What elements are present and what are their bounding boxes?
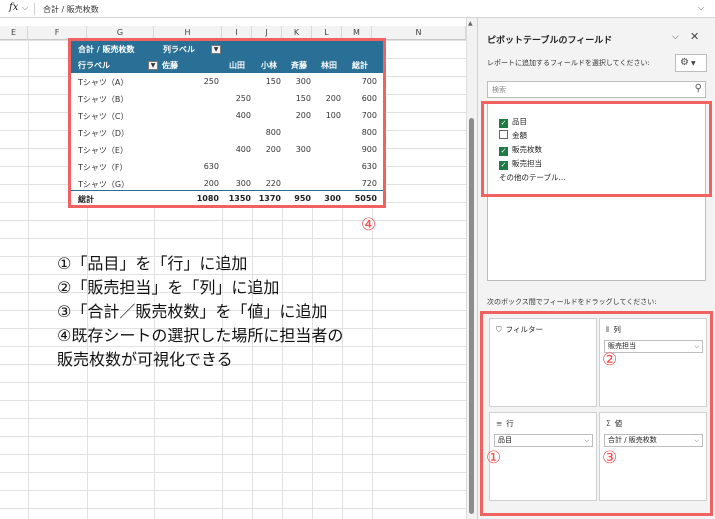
instruction-line: ③「合計／販売枚数」を「値」に追加 (57, 302, 328, 321)
table-cell: 800 (361, 128, 377, 137)
table-cell: 900 (361, 145, 377, 154)
vertical-scrollbar-thumb[interactable] (469, 118, 474, 514)
close-icon[interactable]: ✕ (690, 30, 699, 43)
pane-title: ピボットテーブルのフィールド (487, 36, 613, 46)
table-cell: 100 (325, 111, 341, 120)
column-header-e[interactable]: E (0, 26, 28, 40)
instruction-line: 販売枚数が可視化できる (57, 350, 233, 369)
scroll-up-arrow-icon[interactable]: ▲ (468, 20, 473, 27)
table-row[interactable]: Tシャツ（A） 250 150 300 700 (71, 73, 383, 90)
person-header: 林田 (321, 61, 337, 70)
excel-window: fx ⌵ 合計 / 販売枚数 ⌵ E F G H I J K L M N ▲ 合… (0, 0, 715, 519)
formula-separator (34, 3, 35, 15)
total-value: 5050 (354, 194, 377, 203)
table-cell: 630 (203, 162, 219, 171)
pivot-header: 合計 / 販売枚数 列ラベル ▼ 行ラベル ▼ 佐藤 山田 小林 斉藤 林田 総… (71, 41, 383, 73)
person-header: 斉藤 (291, 61, 307, 70)
annotation-mark-3: ③ (602, 448, 618, 468)
table-cell: 250 (203, 77, 219, 86)
pivot-row-label[interactable]: 行ラベル (78, 60, 110, 71)
table-cell: 300 (295, 77, 311, 86)
total-value: 300 (324, 194, 341, 203)
table-cell: 200 (325, 94, 341, 103)
total-value: 950 (294, 194, 311, 203)
table-cell: 400 (235, 111, 251, 120)
instruction-line: ②「販売担当」を「列」に追加 (57, 278, 280, 297)
field-list-highlight (481, 101, 712, 197)
row-label: Tシャツ（F） (78, 163, 128, 172)
chevron-down-icon: ▼ (690, 60, 696, 67)
expand-formula-bar-icon[interactable]: ⌵ (698, 3, 704, 13)
table-cell: 700 (361, 111, 377, 120)
annotation-mark-1: ① (486, 448, 502, 468)
table-row[interactable]: Tシャツ（E） 400 200 300 900 (71, 141, 383, 158)
instruction-line: ④既存シートの選択した場所に担当者の (57, 326, 344, 345)
field-search-input[interactable]: 検索 ⚲ (487, 81, 706, 98)
table-cell: 220 (265, 179, 281, 188)
table-cell: 150 (265, 77, 281, 86)
pivot-table[interactable]: 合計 / 販売枚数 列ラベル ▼ 行ラベル ▼ 佐藤 山田 小林 斉藤 林田 総… (68, 38, 386, 208)
spreadsheet-area[interactable]: E F G H I J K L M N ▲ 合計 / 販売枚数 列ラベル ▼ 行… (0, 18, 477, 519)
row-filter-dropdown-icon[interactable]: ▼ (148, 61, 158, 70)
chevron-down-icon[interactable]: ⌵ (22, 3, 28, 13)
person-header: 小林 (261, 61, 277, 70)
gear-icon: ⚙ (680, 57, 689, 68)
table-cell: 800 (265, 128, 281, 137)
formula-bar: fx ⌵ 合計 / 販売枚数 ⌵ (0, 0, 715, 18)
row-label: Tシャツ（C） (78, 112, 129, 121)
column-filter-dropdown-icon[interactable]: ▼ (211, 45, 221, 54)
tools-gear-button[interactable]: ⚙ ▼ (675, 54, 707, 72)
total-value: 1080 (196, 194, 219, 203)
search-placeholder: 検索 (492, 86, 506, 94)
row-label: Tシャツ（G） (78, 180, 130, 189)
table-row[interactable]: Tシャツ（D） 800 800 (71, 124, 383, 141)
table-cell: 250 (235, 94, 251, 103)
total-value: 1350 (228, 194, 251, 203)
search-icon[interactable]: ⚲ (695, 83, 702, 94)
table-cell: 150 (295, 94, 311, 103)
instruction-line: ①「品目」を「行」に追加 (57, 254, 248, 273)
table-cell: 200 (295, 111, 311, 120)
pivot-total-row[interactable]: 総計 1080 1350 1370 950 300 5050 (71, 190, 383, 205)
annotation-mark-4: ④ (361, 215, 377, 235)
table-row[interactable]: Tシャツ（F） 630 630 (71, 158, 383, 175)
pivot-column-label[interactable]: 列ラベル (163, 44, 195, 55)
areas-highlight (480, 311, 713, 516)
row-label: Tシャツ（A） (78, 78, 129, 87)
annotation-mark-2: ② (602, 350, 618, 370)
table-cell: 300 (295, 145, 311, 154)
column-header-n[interactable]: N (372, 26, 466, 40)
person-header: 山田 (229, 61, 245, 70)
table-row[interactable]: Tシャツ（C） 400 200 100 700 (71, 107, 383, 124)
table-cell: 200 (265, 145, 281, 154)
table-cell: 300 (235, 179, 251, 188)
function-icon[interactable]: fx (9, 2, 18, 13)
formula-input[interactable]: 合計 / 販売枚数 (43, 4, 99, 15)
pivot-value-label[interactable]: 合計 / 販売枚数 (78, 44, 135, 55)
total-header: 総計 (352, 61, 368, 70)
pane-subtitle: レポートに追加するフィールドを選択してください: (487, 59, 650, 67)
grid-line (28, 40, 29, 519)
total-row-label: 総計 (78, 195, 94, 204)
person-header: 佐藤 (162, 61, 178, 70)
row-label: Tシャツ（D） (78, 129, 130, 138)
table-cell: 700 (361, 77, 377, 86)
drag-instruction: 次のボックス間でフィールドをドラッグしてください: (487, 298, 657, 306)
table-cell: 600 (361, 94, 377, 103)
table-cell: 200 (203, 179, 219, 188)
total-value: 1370 (258, 194, 281, 203)
instruction-notes: ①「品目」を「行」に追加 ②「販売担当」を「列」に追加 ③「合計／販売枚数」を「… (57, 252, 343, 372)
table-cell: 400 (235, 145, 251, 154)
pane-options-chevron-icon[interactable]: ⌵ (672, 32, 679, 42)
row-label: Tシャツ（E） (78, 146, 128, 155)
table-row[interactable]: Tシャツ（B） 250 150 200 600 (71, 90, 383, 107)
table-cell: 630 (361, 162, 377, 171)
row-label: Tシャツ（B） (78, 95, 129, 104)
table-cell: 720 (361, 179, 377, 188)
